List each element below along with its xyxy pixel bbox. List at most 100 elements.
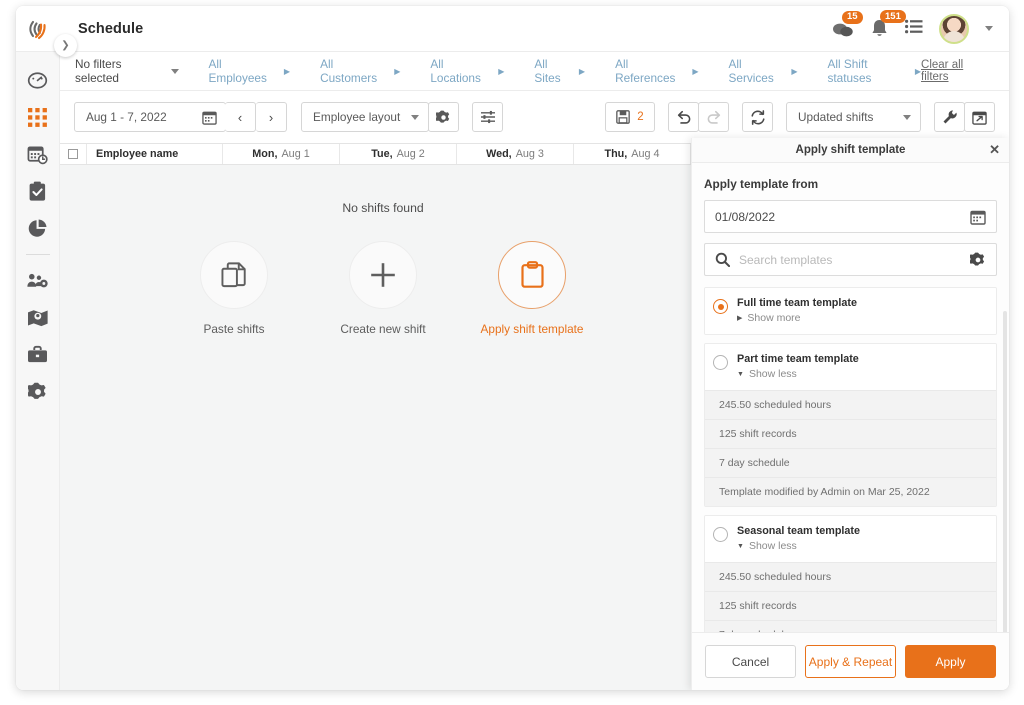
apply-and-repeat-button[interactable]: Apply & Repeat [805,645,896,678]
template-item[interactable]: Part time team template ▼ Show less 245.… [704,343,997,507]
briefcase-icon [28,345,47,363]
updated-shifts-value: Updated shifts [798,110,874,124]
sidebar-item-reports[interactable] [16,210,60,247]
template-name: Seasonal team template [737,525,861,537]
filter-all-shift-statuses[interactable]: All Shift statuses ▶ [827,57,921,85]
day-of-week: Thu, [604,148,628,160]
template-item[interactable]: Full time team template ▶ Show more [704,287,997,335]
filter-label: All References [615,57,676,85]
apply-shift-template-label: Apply shift template [480,322,584,336]
chevron-right-icon: ▶ [498,66,505,76]
template-radio[interactable] [713,527,728,542]
column-day-tue: Tue, Aug 2 [340,144,457,164]
sidebar-item-jobs[interactable] [16,336,60,373]
select-all-checkbox[interactable] [60,144,87,164]
grid-icon [28,108,47,127]
schedule-toolbar: Aug 1 - 7, 2022 ‹ › Employee layout 2 Up… [60,91,1009,143]
refresh-button[interactable] [742,102,773,132]
tools-button[interactable] [934,102,965,132]
clear-all-filters-link[interactable]: Clear all filters [921,59,991,83]
save-button[interactable]: 2 [605,102,655,132]
template-list: Full time team template ▶ Show more Part… [704,287,997,632]
filter-all-references[interactable]: All References ▶ [615,57,698,85]
template-radio[interactable] [713,355,728,370]
template-toggle[interactable]: ▼ Show less [737,540,860,552]
create-new-shift-circle[interactable] [349,241,417,309]
day-date: Aug 4 [631,148,660,160]
expand-sidebar-button[interactable]: ❯ [54,34,77,57]
filter-settings-button[interactable] [472,102,503,132]
chat-button[interactable]: 15 [832,10,863,39]
app-logo[interactable] [16,16,60,42]
sidebar-item-settings[interactable] [16,373,60,410]
empty-state-title: No shifts found [342,201,424,215]
template-header[interactable]: Seasonal team template ▼ Show less [705,516,996,562]
save-count: 2 [637,111,644,123]
panel-header: Apply shift template ✕ [692,138,1009,163]
panel-body: Apply template from 01/08/2022 Search te… [692,163,1009,632]
calendar-icon [202,111,217,125]
filter-all-sites[interactable]: All Sites ▶ [534,57,585,85]
notifications-button[interactable]: 151 [870,10,906,39]
template-toggle[interactable]: ▶ Show more [737,312,857,324]
apply-shift-template-circle[interactable] [498,241,566,309]
sidebar-item-employees[interactable] [16,262,60,299]
sidebar-item-tasks[interactable] [16,173,60,210]
sidebar-item-timesheet[interactable] [16,136,60,173]
create-new-shift-action[interactable]: Create new shift [331,241,435,336]
undo-button[interactable] [668,102,699,132]
filter-label: All Customers [320,57,378,85]
template-header[interactable]: Part time team template ▼ Show less [705,344,996,390]
gauge-icon [27,72,48,89]
layout-settings-button[interactable] [428,102,459,132]
paste-shifts-circle[interactable] [200,241,268,309]
chat-badge: 15 [842,10,863,24]
template-toggle-label: Show less [748,540,797,552]
sidebar-item-schedule[interactable] [16,99,60,136]
panel-scrollbar[interactable] [1003,311,1007,632]
updated-shifts-select[interactable]: Updated shifts [786,102,921,132]
filter-all-locations[interactable]: All Locations ▶ [430,57,504,85]
menu-list-button[interactable] [905,19,923,39]
panel-title: Apply shift template [795,144,906,156]
filters-selected-dropdown[interactable]: No filters selected [75,57,179,85]
search-templates-input[interactable] [739,252,961,267]
filter-all-employees[interactable]: All Employees ▶ [209,57,291,85]
template-toggle-label: Show less [748,368,797,380]
close-icon[interactable]: ✕ [989,143,1000,156]
wrench-icon [943,110,957,124]
publish-schedule-button[interactable] [964,102,995,132]
paste-shifts-action[interactable]: Paste shifts [182,241,286,336]
template-toggle[interactable]: ▼ Show less [737,368,859,380]
template-item[interactable]: Seasonal team template ▼ Show less 245.5… [704,515,997,632]
sliders-icon [480,110,495,124]
prev-week-button[interactable]: ‹ [225,102,256,132]
chevron-right-icon: ▶ [394,66,401,76]
chevron-down-icon: ▼ [737,370,744,378]
notifications-badge: 151 [880,10,906,23]
sidebar-item-locations[interactable] [16,299,60,336]
column-employee-name: Employee name [87,144,223,164]
template-date-field[interactable]: 01/08/2022 [704,200,997,233]
layout-select[interactable]: Employee layout [301,102,429,132]
avatar[interactable] [939,13,969,44]
apply-shift-template-action[interactable]: Apply shift template [480,241,584,336]
template-radio[interactable] [713,299,728,314]
next-week-button[interactable]: › [256,102,287,132]
create-new-shift-label: Create new shift [340,322,426,336]
day-date: Aug 3 [515,148,544,160]
column-day-mon: Mon, Aug 1 [223,144,340,164]
sidebar-item-dashboard[interactable] [16,62,60,99]
day-of-week: Mon, [252,148,278,160]
apply-button[interactable]: Apply [905,645,996,678]
filter-all-services[interactable]: All Services ▶ [729,57,798,85]
date-range-field[interactable]: Aug 1 - 7, 2022 [74,102,226,132]
redo-button[interactable] [698,102,729,132]
template-name: Part time team template [737,353,859,365]
chevron-down-icon [903,114,911,120]
cancel-button[interactable]: Cancel [705,645,796,678]
template-header[interactable]: Full time team template ▶ Show more [705,288,996,334]
filter-all-customers[interactable]: All Customers ▶ [320,57,400,85]
refresh-icon [750,109,765,125]
chevron-down-icon[interactable] [985,26,993,31]
